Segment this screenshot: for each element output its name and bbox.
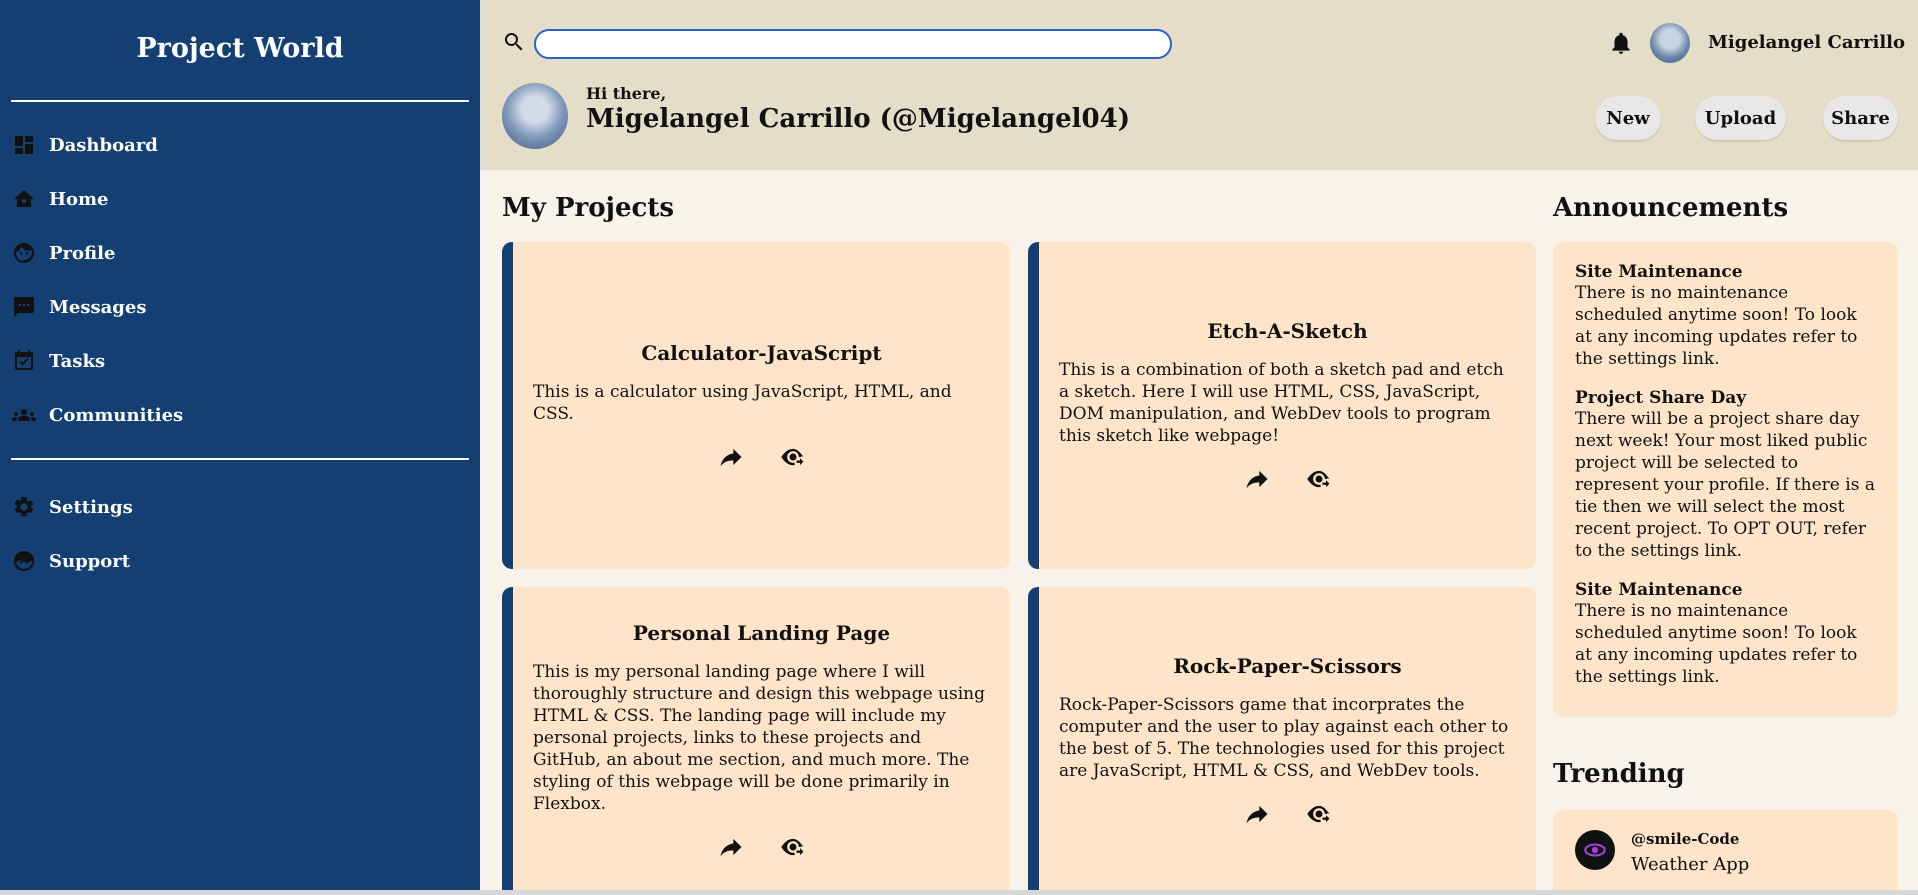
sidebar-item-support[interactable]: Support bbox=[12, 534, 480, 588]
taskbar bbox=[0, 890, 1918, 895]
project-actions bbox=[1059, 800, 1516, 828]
announcement-title: Site Maintenance bbox=[1575, 580, 1743, 600]
view-icon[interactable] bbox=[1305, 800, 1333, 828]
sidebar: Project World Dashboard Home Profile Mes… bbox=[0, 0, 480, 895]
projects-title: My Projects bbox=[502, 193, 674, 223]
project-actions bbox=[1059, 465, 1516, 493]
announcement-item: Project Share Day There will be a projec… bbox=[1575, 388, 1876, 562]
sidebar-secondary-nav: Settings Support bbox=[0, 460, 480, 604]
sidebar-item-label: Tasks bbox=[49, 350, 106, 372]
user-full-name: Migelangel Carrillo (@Migelangel04) bbox=[586, 104, 1131, 134]
sidebar-item-label: Settings bbox=[49, 496, 133, 518]
avatar[interactable] bbox=[1650, 23, 1690, 63]
announcements-title: Announcements bbox=[1553, 193, 1789, 223]
announcements-panel: Site Maintenance There is no maintenance… bbox=[1553, 242, 1898, 717]
search-icon[interactable] bbox=[502, 30, 526, 54]
project-title: Etch-A-Sketch bbox=[1207, 318, 1368, 343]
new-button[interactable]: New bbox=[1595, 96, 1661, 140]
trending-title: Trending bbox=[1553, 759, 1685, 789]
share-icon[interactable] bbox=[1243, 465, 1271, 493]
sidebar-item-label: Support bbox=[49, 550, 131, 572]
home-icon bbox=[12, 187, 36, 211]
view-icon[interactable] bbox=[1305, 465, 1333, 493]
app-title[interactable]: Project World bbox=[0, 0, 480, 100]
announcement-body: There will be a project share day next w… bbox=[1575, 409, 1875, 561]
sidebar-item-messages[interactable]: Messages bbox=[12, 280, 480, 334]
sidebar-item-label: Communities bbox=[49, 404, 184, 426]
project-actions bbox=[533, 443, 990, 471]
view-icon[interactable] bbox=[779, 833, 807, 861]
sidebar-item-label: Messages bbox=[49, 296, 147, 318]
share-icon[interactable] bbox=[717, 443, 745, 471]
dashboard-icon bbox=[12, 133, 36, 157]
project-title: Personal Landing Page bbox=[632, 621, 891, 645]
share-icon[interactable] bbox=[717, 833, 745, 861]
messages-icon bbox=[12, 295, 36, 319]
trending-avatar[interactable] bbox=[1575, 830, 1615, 870]
project-description: This is a combination of both a sketch p… bbox=[1059, 359, 1504, 446]
sidebar-item-profile[interactable]: Profile bbox=[12, 226, 480, 280]
trending-panel: @smile-Code Weather App bbox=[1553, 810, 1898, 895]
project-card: Personal Landing Page This is my persona… bbox=[502, 587, 1010, 895]
announcement-item: Site Maintenance There is no maintenance… bbox=[1575, 580, 1876, 688]
sidebar-item-tasks[interactable]: Tasks bbox=[12, 334, 480, 388]
sidebar-item-home[interactable]: Home bbox=[12, 172, 480, 226]
project-card: Etch-A-Sketch This is a combination of b… bbox=[1028, 242, 1536, 569]
header-user-name[interactable]: Migelangel Carrillo bbox=[1708, 32, 1905, 53]
sidebar-item-dashboard[interactable]: Dashboard bbox=[12, 118, 480, 172]
announcement-item: Site Maintenance There is no maintenance… bbox=[1575, 262, 1876, 370]
upload-button[interactable]: Upload bbox=[1695, 96, 1786, 140]
profile-avatar bbox=[502, 83, 568, 149]
project-actions bbox=[533, 833, 990, 861]
trending-project[interactable]: Weather App bbox=[1631, 854, 1749, 875]
support-icon bbox=[12, 549, 36, 573]
greeting-text: Hi there, bbox=[586, 84, 667, 103]
view-icon[interactable] bbox=[779, 443, 807, 471]
project-description: This is my personal landing page where I… bbox=[533, 662, 985, 814]
sidebar-item-label: Profile bbox=[49, 242, 116, 264]
sidebar-item-settings[interactable]: Settings bbox=[12, 480, 480, 534]
header: Migelangel Carrillo Hi there, Migelangel… bbox=[480, 0, 1918, 170]
trending-user[interactable]: @smile-Code bbox=[1631, 830, 1739, 848]
share-button[interactable]: Share bbox=[1823, 96, 1898, 140]
share-icon[interactable] bbox=[1243, 800, 1271, 828]
announcement-body: There is no maintenance scheduled anytim… bbox=[1575, 283, 1858, 369]
project-card: Rock-Paper-Scissors Rock-Paper-Scissors … bbox=[1028, 587, 1536, 895]
project-description: This is a calculator using JavaScript, H… bbox=[533, 381, 952, 424]
sidebar-nav: Dashboard Home Profile Messages Tasks Co… bbox=[0, 102, 480, 458]
announcement-title: Site Maintenance bbox=[1575, 262, 1743, 282]
sidebar-item-label: Dashboard bbox=[49, 134, 158, 156]
gear-icon bbox=[12, 495, 36, 519]
bell-icon[interactable] bbox=[1608, 30, 1634, 56]
project-title: Rock-Paper-Scissors bbox=[1173, 654, 1402, 678]
project-title: Calculator-JavaScript bbox=[641, 340, 882, 365]
announcement-body: There is no maintenance scheduled anytim… bbox=[1575, 601, 1858, 687]
sidebar-item-communities[interactable]: Communities bbox=[12, 388, 480, 442]
project-card: Calculator-JavaScript This is a calculat… bbox=[502, 242, 1010, 569]
project-description: Rock-Paper-Scissors game that incorprate… bbox=[1059, 695, 1509, 781]
profile-icon bbox=[12, 241, 36, 265]
announcement-title: Project Share Day bbox=[1575, 388, 1747, 408]
communities-icon bbox=[12, 403, 36, 427]
tasks-icon bbox=[12, 349, 36, 373]
sidebar-item-label: Home bbox=[49, 188, 109, 210]
search-input[interactable] bbox=[534, 29, 1172, 59]
